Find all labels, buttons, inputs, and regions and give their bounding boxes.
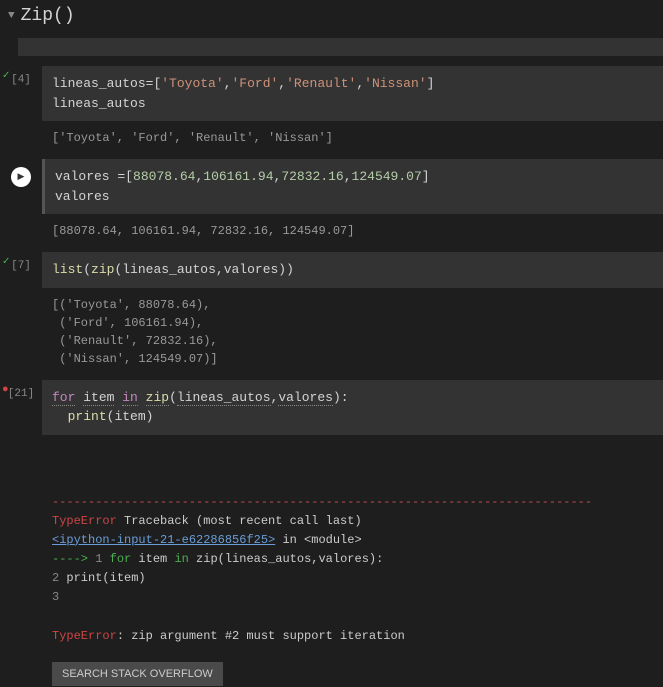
status-ok-icon: ✓ xyxy=(2,256,10,268)
search-stackoverflow-button[interactable]: SEARCH STACK OVERFLOW xyxy=(52,662,223,686)
error-traceback: ----------------------------------------… xyxy=(42,485,663,655)
traceback-link[interactable]: <ipython-input-21-e62286856f25> xyxy=(52,533,275,547)
cell-gutter: ●[21] xyxy=(0,380,42,687)
section-title: Zip() xyxy=(21,6,75,26)
code-editor[interactable]: lineas_autos=['Toyota','Ford','Renault',… xyxy=(42,66,663,121)
output-spacer xyxy=(42,435,663,485)
execution-count: [21] xyxy=(8,388,34,400)
empty-cell-bar[interactable] xyxy=(18,38,663,56)
notebook-cell: ✓[7]list(zip(lineas_autos,valores))[('To… xyxy=(0,252,663,376)
code-editor[interactable]: list(zip(lineas_autos,valores)) xyxy=(42,252,663,288)
cell-body: list(zip(lineas_autos,valores))[('Toyota… xyxy=(42,252,663,376)
cell-gutter: ✓[7] xyxy=(0,252,42,376)
collapse-arrow-icon[interactable]: ▼ xyxy=(8,10,15,22)
status-ok-icon: ✓ xyxy=(2,70,10,82)
cell-output: ['Toyota', 'Ford', 'Renault', 'Nissan'] xyxy=(42,121,663,155)
notebook-cell: ✓[4]lineas_autos=['Toyota','Ford','Renau… xyxy=(0,66,663,155)
cell-output: [88078.64, 106161.94, 72832.16, 124549.0… xyxy=(42,214,663,248)
code-editor[interactable]: for item in zip(lineas_autos,valores): p… xyxy=(42,380,663,435)
code-editor[interactable]: valores =[88078.64,106161.94,72832.16,12… xyxy=(42,159,663,214)
cell-output: [('Toyota', 88078.64), ('Ford', 106161.9… xyxy=(42,288,663,376)
status-error-icon: ● xyxy=(2,384,9,396)
run-cell-button[interactable]: ▶ xyxy=(11,167,31,187)
notebook-cell: ▶ valores =[88078.64,106161.94,72832.16,1… xyxy=(0,159,663,248)
cell-body: for item in zip(lineas_autos,valores): p… xyxy=(42,380,663,687)
cell-body: valores =[88078.64,106161.94,72832.16,12… xyxy=(42,159,663,248)
cell-gutter: ✓[4] xyxy=(0,66,42,155)
execution-count: [7] xyxy=(11,260,31,272)
section-header[interactable]: ▼ Zip() xyxy=(0,0,663,32)
cell-gutter: ▶ xyxy=(0,159,42,248)
cell-body: lineas_autos=['Toyota','Ford','Renault',… xyxy=(42,66,663,155)
notebook-cell: ●[21]for item in zip(lineas_autos,valore… xyxy=(0,380,663,687)
execution-count: [4] xyxy=(11,74,31,86)
